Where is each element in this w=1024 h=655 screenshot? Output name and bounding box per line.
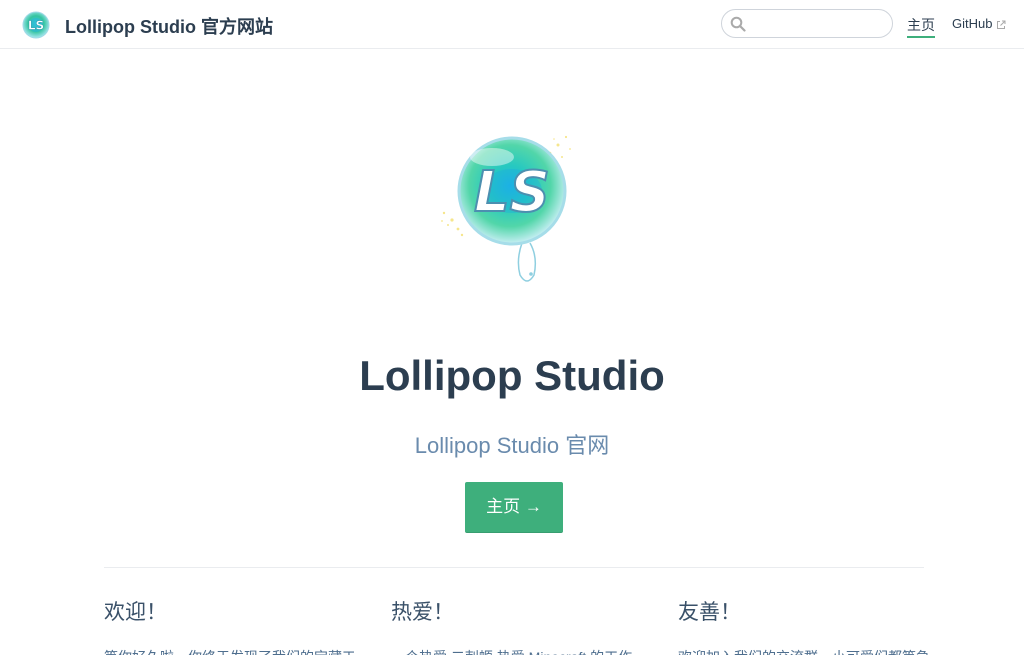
navbar: LS Lollipop Studio 官方网站 主页 GitHub: [0, 0, 1024, 49]
hero-action-button[interactable]: 主页 →: [465, 482, 563, 533]
feature-welcome: 欢迎！ 等你好久啦，你终于发现了我们的宝藏工: [104, 596, 354, 655]
nav-link-home[interactable]: 主页: [907, 15, 935, 38]
nav-link-github-label: GitHub: [952, 16, 993, 31]
external-link-icon: [997, 20, 1006, 29]
search-box[interactable]: [721, 9, 893, 38]
hero-title: Lollipop Studio: [359, 352, 665, 399]
nav-link-github[interactable]: GitHub: [952, 16, 1006, 31]
feature-friendly: 友善！ 欢迎加入我们的交流群，小可爱们都等急: [678, 596, 928, 655]
lollipop-logo-icon[interactable]: LS: [22, 11, 50, 39]
feature-title: 友善！: [678, 601, 741, 624]
feature-title: 热爱！: [391, 601, 454, 624]
hero-logo-icon: LS: [441, 135, 571, 282]
feature-details: 一个热爱 二刺螈 热爱 Minecraft 的工作: [391, 646, 641, 655]
hero-description: Lollipop Studio 官网: [414, 433, 610, 458]
features-divider: [104, 567, 924, 568]
feature-title: 欢迎！: [104, 601, 167, 624]
feature-passion: 热爱！ 一个热爱 二刺螈 热爱 Minecraft 的工作: [391, 596, 641, 655]
feature-details: 欢迎加入我们的交流群，小可爱们都等急: [678, 646, 928, 655]
svg-text:LS: LS: [474, 160, 550, 225]
search-input[interactable]: [750, 14, 886, 34]
feature-details: 等你好久啦，你终于发现了我们的宝藏工: [104, 646, 354, 655]
svg-text:LS: LS: [28, 19, 44, 33]
search-icon: [730, 16, 746, 32]
site-name-link[interactable]: Lollipop Studio 官方网站: [65, 13, 273, 39]
